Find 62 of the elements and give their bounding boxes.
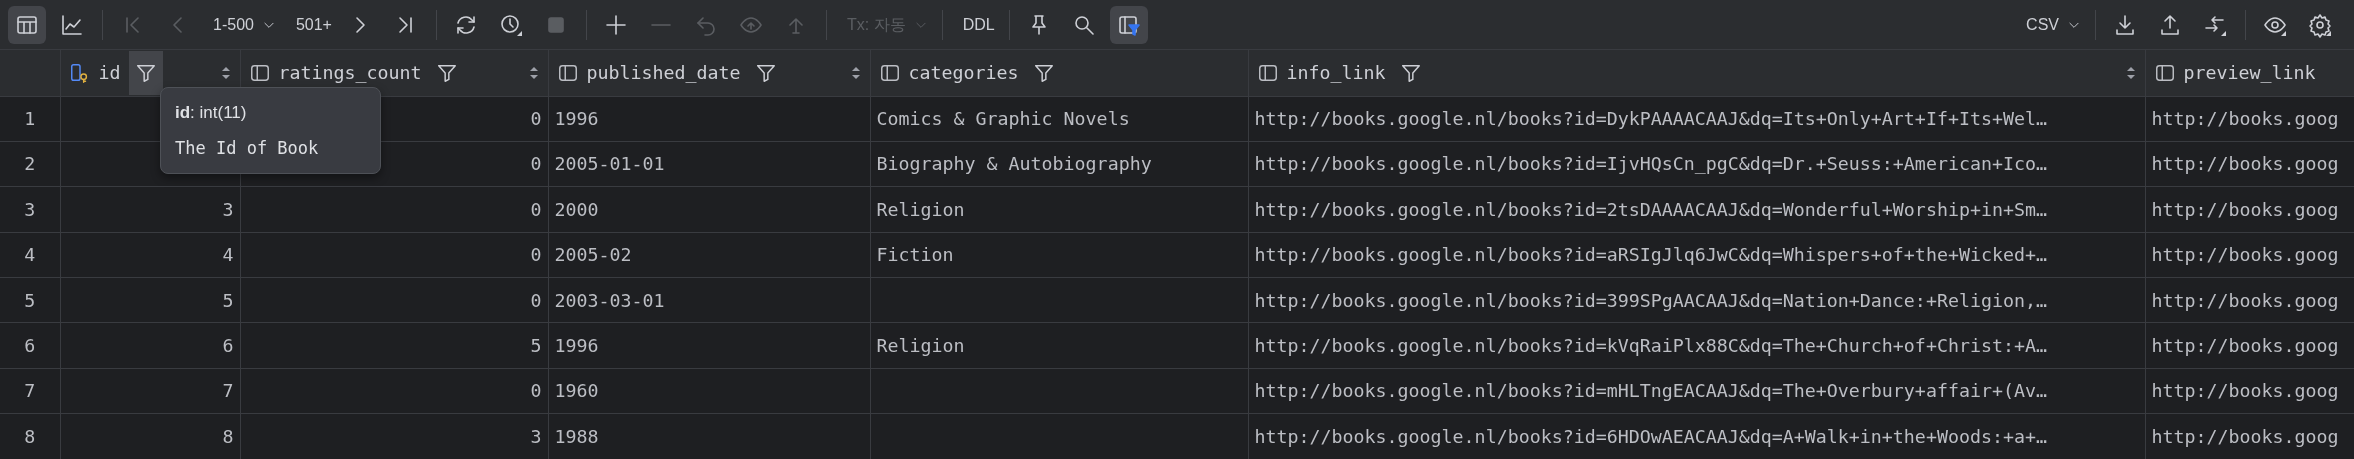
column-header[interactable]: preview_link [2183,59,2316,87]
table-cell: 2000 [548,186,870,233]
column-header[interactable]: published_date [586,59,741,87]
table-cell: http://books.goog [2145,96,2354,142]
table-cell: http://books.goog [2145,322,2354,369]
row-number: 1 [0,96,60,142]
filter-button[interactable] [128,50,163,95]
table-cell: http://books.goog [2145,413,2354,459]
table-cell: http://books.google.nl/books?id=2tsDAAAACAAJ&dq=Wonderful+Worship+in+Sm… [1248,186,2145,233]
row-number: 8 [0,413,60,459]
table-cell: http://books.google.nl/books?id=DykPAAAACAAJ&dq=Its+Only+Art+If+Its+Wel… [1248,96,2145,142]
table-cell: 1960 [548,368,870,414]
table-cell: http://books.google.nl/books?id=kVqRaiPlx88C&dq=The+Church+of+Christ:+A… [1248,322,2145,369]
table-cell: http://books.goog [2145,277,2354,323]
table-cell: 2003-03-01 [548,277,870,323]
row-number: 2 [0,141,60,187]
table-cell: 1996 [548,96,870,142]
table-cell: 5 [60,277,240,323]
table-cell: http://books.goog [2145,368,2354,414]
table-cell: 0 [240,232,548,278]
table-cell: http://books.google.nl/books?id=aRSIgJlq6JwC&dq=Whispers+of+the+Wicked+… [1248,232,2145,278]
row-number: 3 [0,186,60,233]
table-cell: Religion [870,186,1248,233]
column-header[interactable]: id [98,59,121,87]
table-cell: 1988 [548,413,870,459]
row-number: 7 [0,368,60,414]
table-cell: 3 [240,413,548,459]
table-cell: 5 [240,322,548,369]
table-cell: 7 [60,368,240,414]
table-cell: http://books.google.nl/books?id=IjvHQsCn_pgC&dq=Dr.+Seuss:+American+Ico… [1248,141,2145,187]
column-header[interactable]: info_link [1286,59,1386,87]
row-number: 6 [0,322,60,369]
table-cell: Biography & Autobiography [870,141,1248,187]
table-cell: Fiction [870,232,1248,278]
table-cell: http://books.google.nl/books?id=6HDOwAEACAAJ&dq=A+Walk+in+the+Woods:+a+… [1248,413,2145,459]
table-cell: 1996 [548,322,870,369]
filter-panel-button[interactable] [1109,5,1148,44]
table-cell: 0 [240,368,548,414]
table-cell: 0 [240,277,548,323]
column-header[interactable]: ratings_count [278,59,422,87]
table-cell: http://books.goog [2145,141,2354,187]
table-button[interactable] [8,5,46,44]
table-cell: Religion [870,322,1248,369]
row-number: 5 [0,277,60,323]
row-number: 4 [0,232,60,278]
table-cell: http://books.google.nl/books?id=399SPgAACAAJ&dq=Nation+Dance:+Religion,… [1248,277,2145,323]
toolbar-dropdown[interactable]: CSV [2016,5,2091,44]
table-cell: 3 [60,186,240,233]
table-cell: http://books.goog [2145,232,2354,278]
toolbar-button[interactable]: 501+ [285,5,342,44]
toolbar-dropdown[interactable]: 1-500 [203,5,286,44]
toolbar-button[interactable]: DDL [952,5,1005,44]
table-cell: http://books.goog [2145,186,2354,233]
table-cell: Comics & Graphic Novels [870,96,1248,142]
table-cell: 0 [240,186,548,233]
table-cell: 2005-02 [548,232,870,278]
table-cell: 2005-01-01 [548,141,870,187]
table-cell: 8 [60,413,240,459]
table-cell: 6 [60,322,240,369]
table-cell: 4 [60,232,240,278]
table-cell: http://books.google.nl/books?id=mHLTngEACAAJ&dq=The+Overbury+affair+(Av… [1248,368,2145,414]
column-header[interactable]: categories [908,59,1019,87]
